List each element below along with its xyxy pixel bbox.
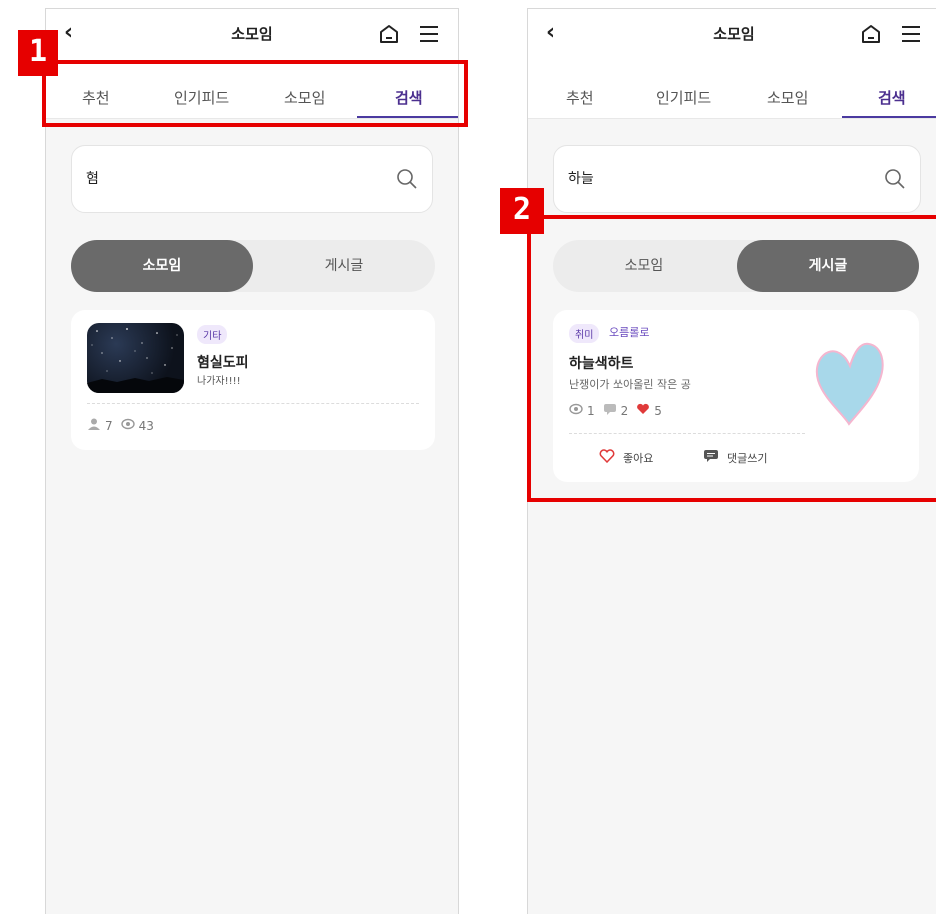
- group-thumbnail: [87, 323, 184, 393]
- step-label-1: 1: [18, 30, 58, 76]
- toggle-group[interactable]: 소모임: [71, 240, 253, 292]
- tab-bar: 추천 인기피드 소모임 검색: [528, 61, 936, 119]
- phone-screen-1: ‹ 소모임 추천 인기피드 소모임 검색 혐 소모임 게시글 기타 혐실도피 나…: [45, 8, 459, 914]
- view-count: 43: [138, 418, 154, 433]
- member-icon: [87, 418, 101, 433]
- menu-icon[interactable]: [900, 23, 922, 49]
- result-type-toggle: 소모임 게시글: [71, 240, 435, 292]
- group-result-card[interactable]: 기타 혐실도피 나가자!!!! 7 43: [71, 310, 435, 450]
- group-description: 나가자!!!!: [197, 376, 241, 387]
- app-bar: ‹ 소모임: [528, 9, 936, 61]
- search-icon[interactable]: [884, 168, 906, 194]
- search-value: 하늘: [568, 171, 594, 187]
- tab-recommend[interactable]: 추천: [566, 87, 594, 108]
- search-value: 혐: [86, 171, 99, 187]
- highlight-box-2: [527, 215, 936, 502]
- tab-popular-feed[interactable]: 인기피드: [656, 87, 711, 108]
- home-icon[interactable]: [378, 23, 400, 49]
- member-count: 7: [105, 418, 113, 433]
- menu-icon[interactable]: [418, 23, 440, 49]
- app-bar: ‹ 소모임: [46, 9, 458, 61]
- toggle-post[interactable]: 게시글: [253, 240, 435, 292]
- step-label-2: 2: [500, 188, 544, 234]
- search-input[interactable]: 혐: [71, 145, 433, 213]
- group-stats: 7 43: [87, 418, 154, 433]
- divider: [87, 403, 419, 404]
- search-input[interactable]: 하늘: [553, 145, 921, 213]
- tab-group[interactable]: 소모임: [767, 87, 808, 108]
- tab-search[interactable]: 검색: [878, 87, 906, 108]
- group-name: 혐실도피: [197, 355, 249, 371]
- active-tab-indicator: [842, 116, 936, 118]
- highlight-box-1: [42, 60, 468, 127]
- view-icon: [120, 418, 135, 433]
- search-icon[interactable]: [396, 168, 418, 194]
- category-tag: 기타: [197, 325, 228, 344]
- home-icon[interactable]: [860, 23, 882, 49]
